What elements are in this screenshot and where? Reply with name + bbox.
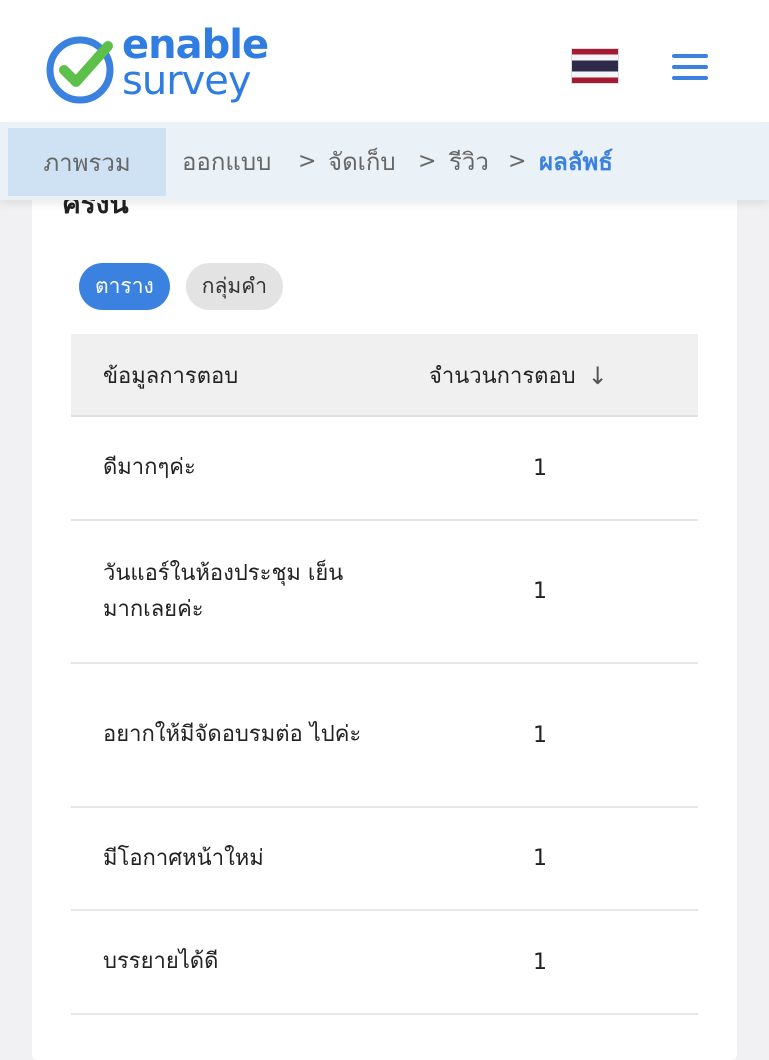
response-text: ดีมากๆค่ะ bbox=[103, 455, 196, 480]
table-row: อยากให้มีจัดอบรมต่อ ไปค่ะ 1 bbox=[71, 664, 698, 808]
logo-text-enable: enable bbox=[122, 22, 269, 68]
chevron-right-icon: > bbox=[418, 148, 437, 174]
logo-text-survey: survey bbox=[122, 58, 252, 104]
table-row: ดีมากๆค่ะ 1 bbox=[71, 417, 698, 521]
column-header-count[interactable]: จำนวนการตอบ ↓ bbox=[429, 334, 608, 417]
responses-table: ข้อมูลการตอบ จำนวนการตอบ ↓ ดีมากๆค่ะ 1 ว… bbox=[71, 334, 698, 1015]
thailand-flag-icon[interactable] bbox=[571, 48, 619, 84]
column-header-count-label: จำนวนการตอบ bbox=[429, 364, 576, 389]
response-text: บรรยายได้ดี bbox=[103, 949, 219, 974]
sort-arrow-down-icon[interactable]: ↓ bbox=[588, 362, 608, 390]
app-header: enable survey bbox=[0, 0, 769, 122]
breadcrumb-review[interactable]: รีวิว bbox=[449, 122, 489, 200]
breadcrumb: ภาพรวม ออกแบบ > จัดเก็บ > รีวิว > ผลลัพธ… bbox=[0, 122, 769, 200]
response-count: 1 bbox=[533, 722, 547, 748]
table-row: บรรยายได้ดี 1 bbox=[71, 911, 698, 1015]
breadcrumb-design[interactable]: ออกแบบ bbox=[182, 122, 271, 200]
chevron-right-icon: > bbox=[508, 148, 527, 174]
column-header-response: ข้อมูลการตอบ bbox=[103, 364, 239, 389]
tab-word-cloud[interactable]: กลุ่มคำ bbox=[185, 263, 284, 310]
table-row: วันแอร์ในห้องประชุม เย็นมากเลยค่ะ 1 bbox=[71, 521, 698, 664]
response-count: 1 bbox=[533, 846, 547, 871]
hamburger-menu-icon[interactable] bbox=[670, 52, 710, 82]
breadcrumb-overview[interactable]: ภาพรวม bbox=[8, 128, 166, 196]
response-count: 1 bbox=[533, 455, 547, 481]
view-tabs: ตาราง กลุ่มคำ bbox=[79, 263, 284, 310]
breadcrumb-results[interactable]: ผลลัพธ์ bbox=[539, 122, 613, 200]
logo-check-icon bbox=[46, 36, 114, 104]
tab-table[interactable]: ตาราง bbox=[79, 263, 170, 310]
response-text: มีโอกาศหน้าใหม่ bbox=[103, 845, 264, 871]
response-count: 1 bbox=[533, 949, 547, 975]
response-text: อยากให้มีจัดอบรมต่อ ไปค่ะ bbox=[103, 722, 362, 747]
enable-survey-logo[interactable]: enable survey bbox=[46, 22, 286, 108]
table-row: มีโอกาศหน้าใหม่ 1 bbox=[71, 808, 698, 911]
response-count: 1 bbox=[533, 579, 547, 604]
response-text: วันแอร์ในห้องประชุม เย็นมากเลยค่ะ bbox=[103, 560, 344, 622]
breadcrumb-collect[interactable]: จัดเก็บ bbox=[328, 122, 396, 200]
chevron-right-icon: > bbox=[298, 148, 317, 174]
table-header: ข้อมูลการตอบ จำนวนการตอบ ↓ bbox=[71, 334, 698, 417]
